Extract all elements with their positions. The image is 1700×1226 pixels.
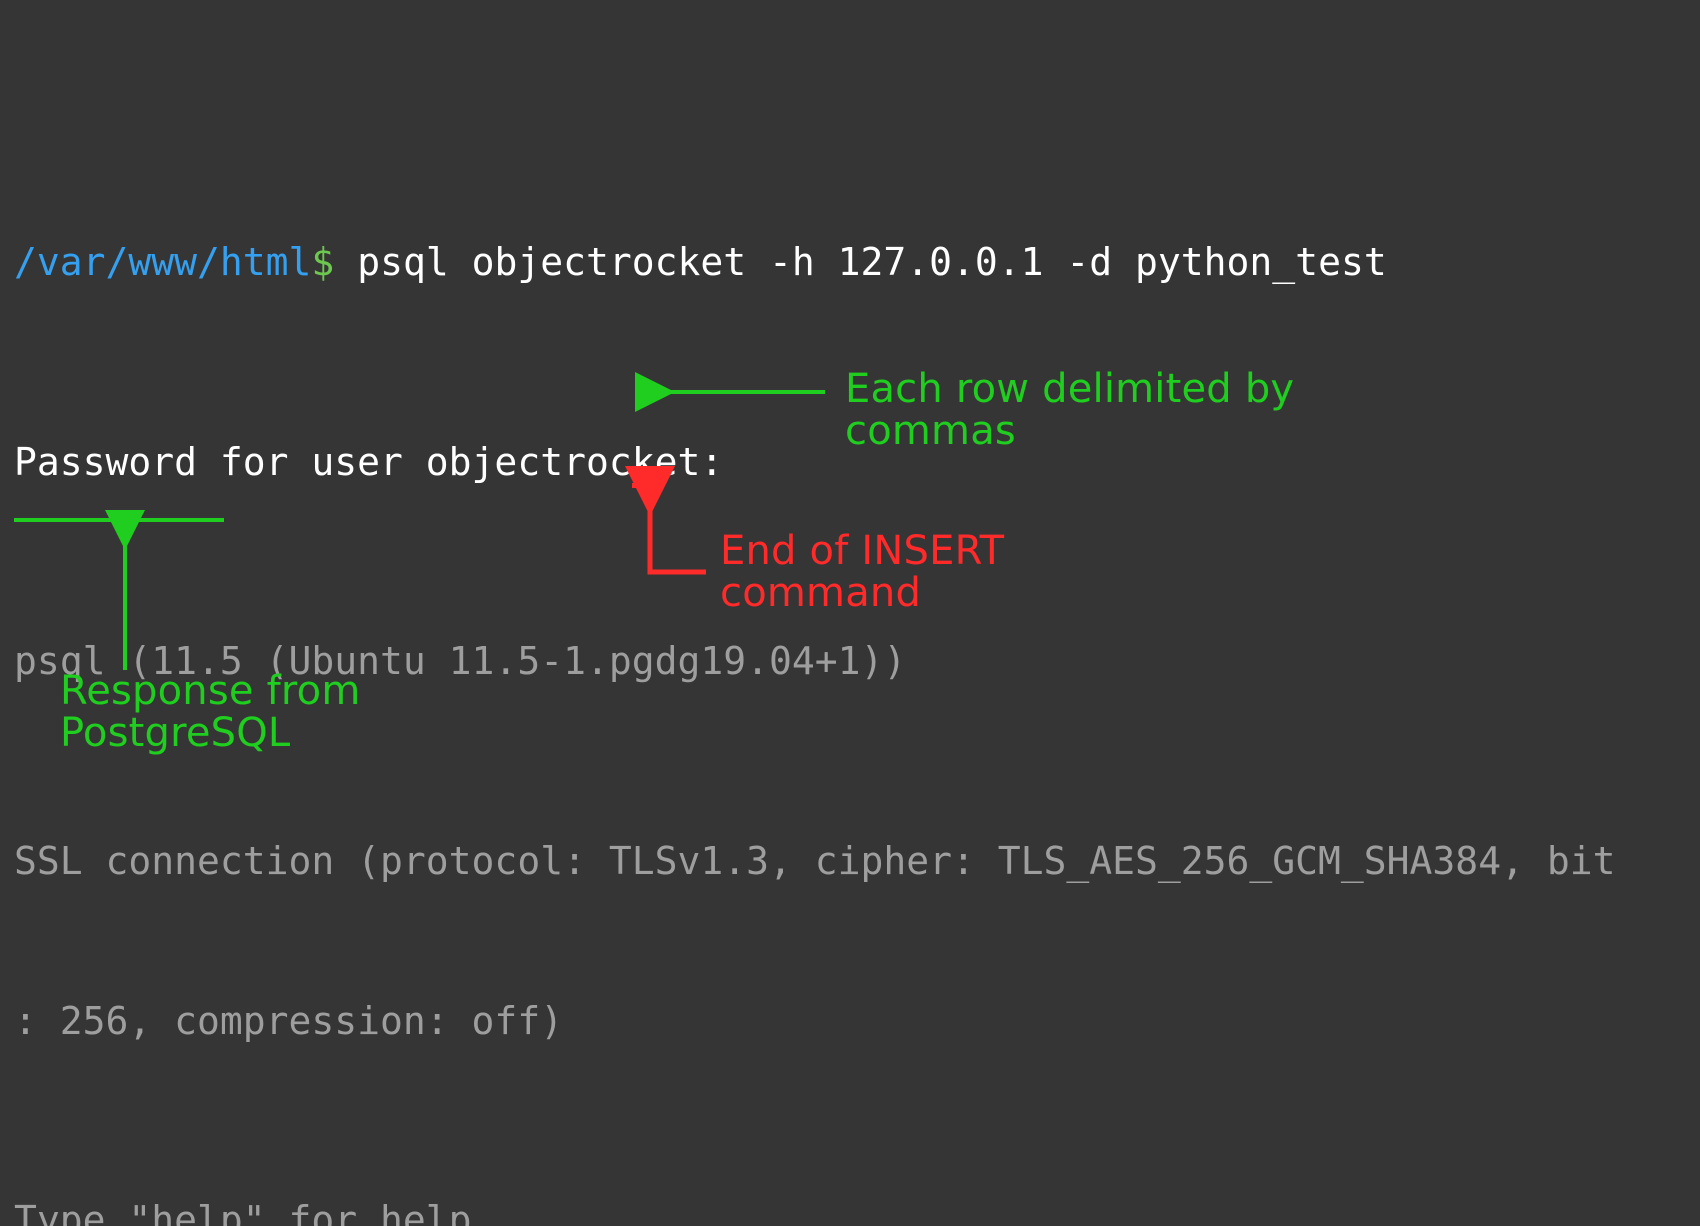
- ssl-line1: SSL connection (protocol: TLSv1.3, ciphe…: [14, 842, 1686, 882]
- terminal-window[interactable]: /var/www/html$ psql objectrocket -h 127.…: [0, 0, 1700, 1226]
- arrow-row-delim-icon: [655, 377, 835, 407]
- prompt-dollar: $: [311, 240, 334, 284]
- annot-row-delim: Each row delimited by commas: [845, 368, 1325, 452]
- response-underline: [14, 518, 224, 522]
- ssl-line2: : 256, compression: off): [14, 1002, 1686, 1042]
- prompt-path: /var/www/html: [14, 240, 311, 284]
- semicolon-underline: [632, 483, 664, 488]
- shell-line-1: /var/www/html$ psql objectrocket -h 127.…: [14, 243, 1686, 283]
- psql-command: psql objectrocket -h 127.0.0.1 -d python…: [334, 240, 1386, 284]
- annot-end-insert: End of INSERT command: [720, 530, 1120, 614]
- annot-pg-response: Response from PostgreSQL: [60, 670, 390, 754]
- help-line: Type "help" for help.: [14, 1201, 1686, 1226]
- arrow-pg-response-icon: [110, 530, 140, 675]
- arrow-end-insert-icon: [636, 492, 716, 582]
- ssl-line2-text: : 256, compression: off): [14, 999, 563, 1043]
